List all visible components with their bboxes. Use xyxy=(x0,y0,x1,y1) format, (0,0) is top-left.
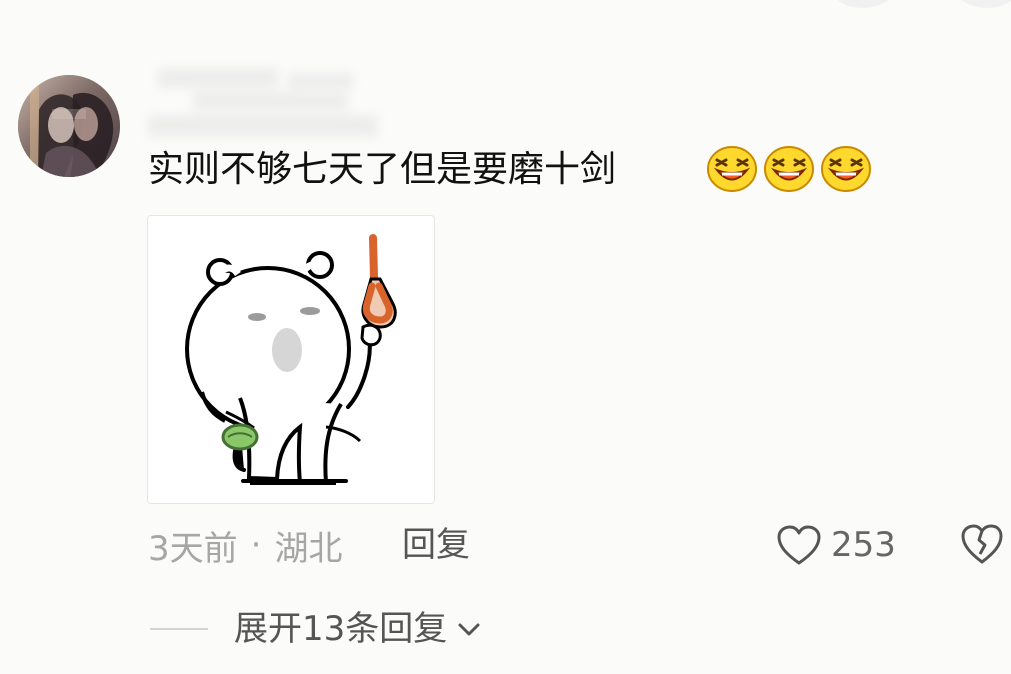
like-button[interactable]: 253 xyxy=(776,520,896,570)
sticker-image[interactable] xyxy=(147,215,435,504)
like-count: 253 xyxy=(831,525,896,565)
reply-button[interactable]: 回复 xyxy=(402,520,470,570)
top-button-partial[interactable] xyxy=(832,0,894,8)
expand-replies-button[interactable]: 展开13条回复 xyxy=(150,604,483,654)
username-redacted xyxy=(148,60,398,140)
reply-divider xyxy=(150,628,208,630)
heart-outline-icon xyxy=(777,525,821,565)
broken-heart-icon[interactable] xyxy=(960,522,1004,566)
grinning-squint-emoji xyxy=(764,146,814,192)
grinning-squint-emoji xyxy=(821,146,871,192)
bear-hanging-sticker xyxy=(148,216,434,503)
chevron-down-icon xyxy=(458,623,480,636)
comment-location: 湖北 xyxy=(274,528,343,569)
comment-time: 3天前 xyxy=(148,528,238,569)
comment-text: 实则不够七天了但是要磨十剑 xyxy=(148,149,617,190)
top-button-partial[interactable] xyxy=(956,0,1011,8)
avatar-image xyxy=(18,75,120,177)
comment-emojis xyxy=(706,145,876,195)
comment-panel: 实则不够七天了但是要磨十剑 3天前 · 湖北 回复 253 展开13条回复 xyxy=(0,0,1011,674)
avatar[interactable] xyxy=(18,75,120,177)
expand-replies-label: 展开13条回复 xyxy=(234,609,448,649)
meta-separator: · xyxy=(250,525,262,565)
comment-meta: 3天前 · 湖北 xyxy=(148,520,342,570)
grinning-squint-emoji xyxy=(707,146,757,192)
